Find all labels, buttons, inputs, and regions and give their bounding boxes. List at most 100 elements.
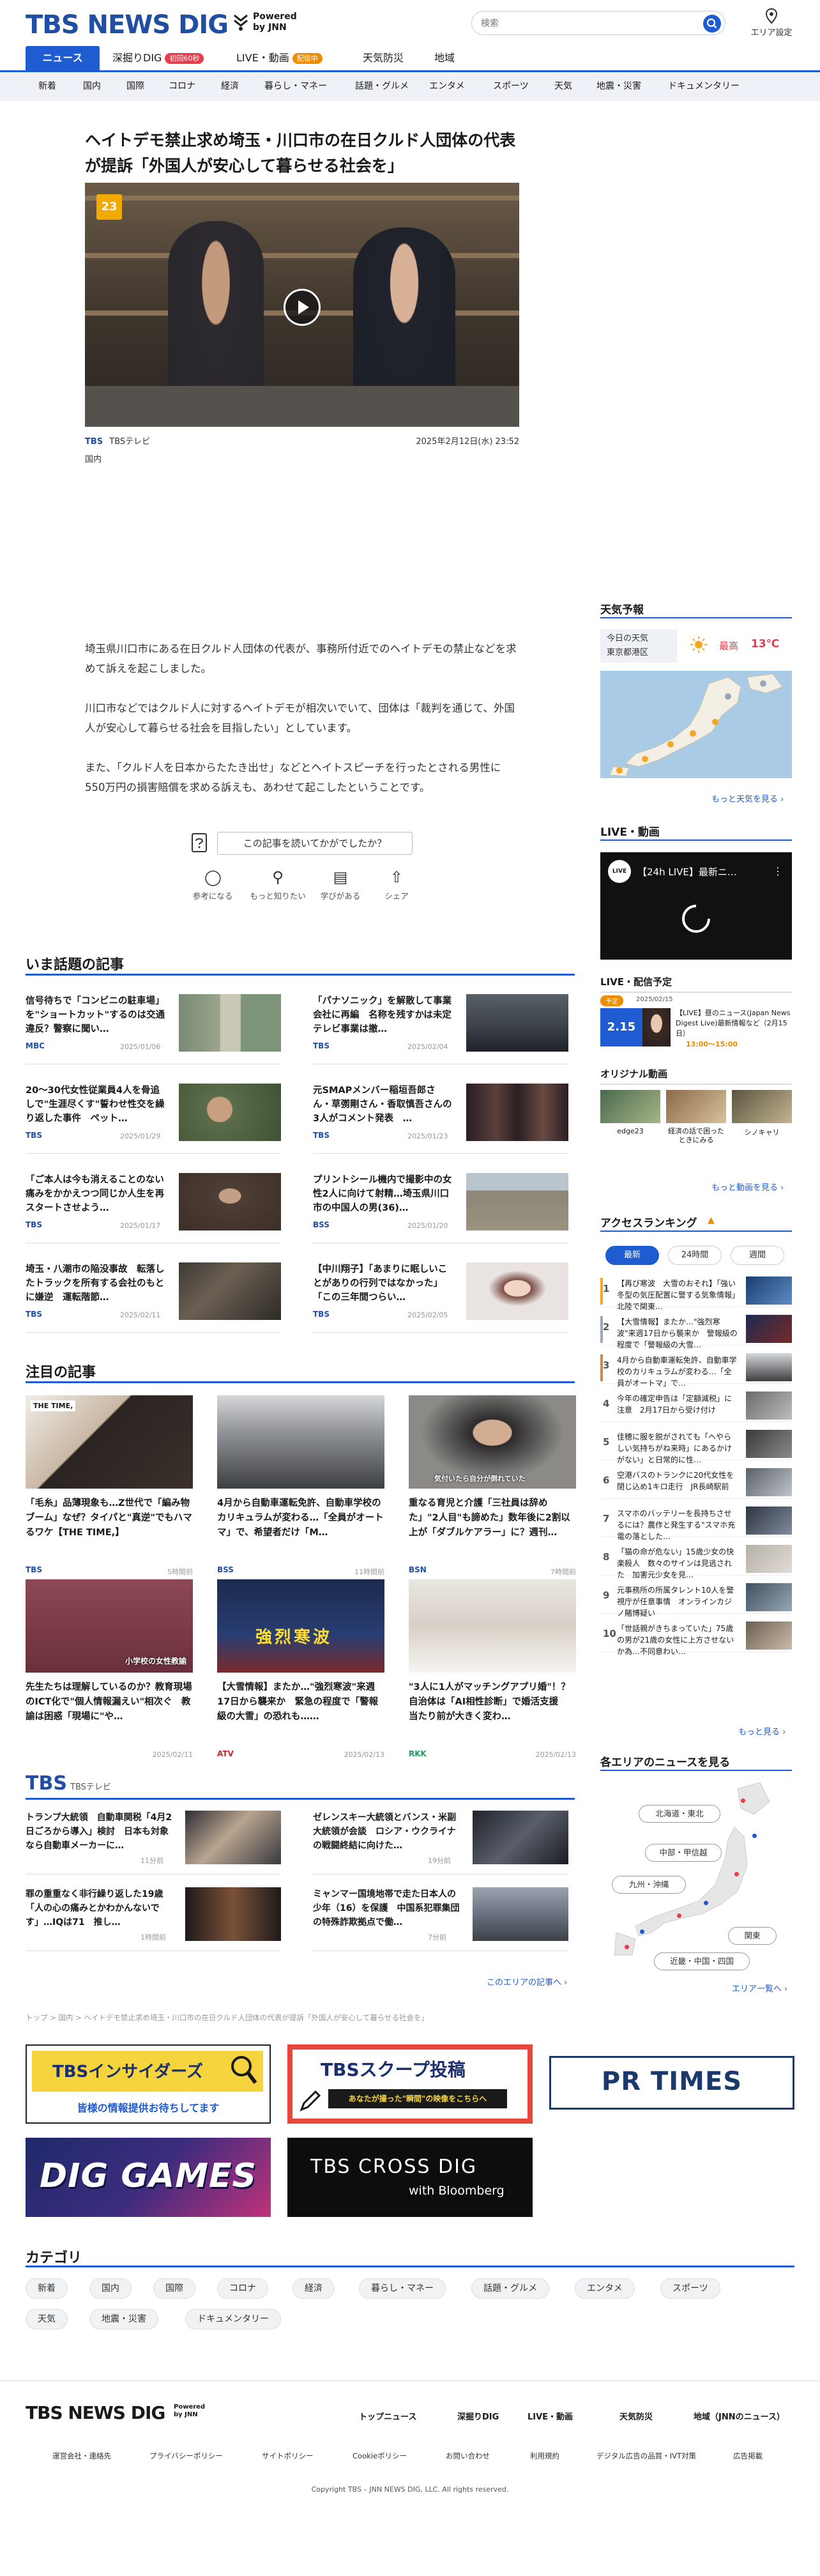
footer-link[interactable]: LIVE・動画 bbox=[528, 2410, 573, 2422]
footer-small-link[interactable]: Cookieポリシー bbox=[353, 2451, 407, 2461]
trending-card[interactable]: プリントシール機内で撮影中の女性2人に向けて射精…埼玉県川口市の中国人の男(36… bbox=[313, 1173, 568, 1243]
category-chip[interactable]: 国内 bbox=[89, 2278, 132, 2299]
survey-button[interactable]: この記事を読いてかがでしたか？ bbox=[217, 832, 413, 855]
reaction-learn[interactable]: ▤ 学びがある bbox=[312, 869, 369, 901]
footer-link[interactable]: 地域（JNNのニュース） bbox=[694, 2410, 785, 2422]
ranking-row[interactable]: 2 【大雪情報】またか…"強烈寒波"来週17日から襲来か 警報級の程度で「警報級の… bbox=[600, 1314, 792, 1349]
footer-link[interactable]: 深掘りDIG bbox=[457, 2410, 499, 2422]
region-button-kinki[interactable]: 近畿・中国・四国 bbox=[654, 1952, 750, 1970]
footer-small-link[interactable]: サイトポリシー bbox=[262, 2451, 314, 2461]
ranking-tab-24h[interactable]: 24時間 bbox=[668, 1246, 722, 1265]
trending-card[interactable]: 「パナソニック」を解散して事業会社に再編 名称を残すかは未定 テレビ事業は撤… T… bbox=[313, 994, 568, 1064]
trending-card[interactable]: 元SMAPメンバー稲垣吾郎さん・草彅剛さん・香取慎吾さんの3人がコメント発表 …… bbox=[313, 1084, 568, 1154]
featured-card[interactable]: 4月から自動車運転免許、自動車学校のカリキュラムが変わる…「全員がオートマ」で、… bbox=[217, 1395, 384, 1587]
category-chip[interactable]: 暮らし・マネー bbox=[359, 2278, 446, 2299]
ranking-row[interactable]: 3 4月から自動車運転免許、自動車学校のカリキュラムが変わる…「全員がオートマ」で… bbox=[600, 1352, 792, 1388]
subnav-item[interactable]: コロナ bbox=[169, 72, 195, 101]
footer-logo[interactable]: TBS NEWS DIG bbox=[26, 2402, 165, 2423]
original-video-item[interactable]: シノキャリ bbox=[732, 1090, 792, 1149]
subnav-item[interactable]: 地震・災害 bbox=[596, 72, 641, 101]
nav-news[interactable]: ニュース bbox=[26, 46, 100, 70]
nav-weather[interactable]: 天気防災 bbox=[363, 46, 404, 70]
trending-card[interactable]: 「ご本人は今も消えることのない痛みをかかえつつ同じか人生を再スタートさせよう… T… bbox=[26, 1173, 281, 1243]
category-chip[interactable]: エンタメ bbox=[575, 2278, 635, 2299]
banner-tbs-scoop[interactable]: TBSスクープ投稿 あなたが撮った"瞬間"の映像をこちらへ bbox=[287, 2044, 533, 2124]
category-chip[interactable]: 話題・グルメ bbox=[471, 2278, 549, 2299]
weather-map[interactable] bbox=[600, 671, 792, 778]
subnav-item[interactable]: 話題・グルメ bbox=[355, 72, 409, 101]
subnav-item[interactable]: エンタメ bbox=[429, 72, 465, 101]
ranking-row[interactable]: 6 空港バスのトランクに20代女性を閉じ込め1キロ走行 JR長崎駅前 bbox=[600, 1467, 792, 1499]
reaction-share[interactable]: ⇧ シェア bbox=[368, 869, 425, 901]
site-logo[interactable]: TBS NEWS DIG bbox=[26, 10, 229, 40]
article-category[interactable]: 国内 bbox=[85, 452, 102, 464]
banner-tbs-cross-dig[interactable]: TBS CROSS DIG with Bloomberg bbox=[287, 2138, 533, 2217]
ranking-row[interactable]: 1 【再び寒波 大雪のおそれ】「強い冬型の気圧配置に警する気象情報」北陸で関東… bbox=[600, 1275, 792, 1311]
live-schedule-item[interactable]: 予定 2025/02/15 2.15 【LIVE】昼のニュース(Japan Ne… bbox=[600, 994, 792, 1050]
tbs-news-row[interactable]: トランプ大統領 自動車関税「4月2日ごろから導入」検討 日本も対象なら自動車メー… bbox=[26, 1811, 281, 1874]
category-chip[interactable]: スポーツ bbox=[660, 2278, 720, 2299]
trending-card[interactable]: 埼玉・八潮市の陥没事故 転落したトラックを所有する会社のもとに嫌逆 運転階節… T… bbox=[26, 1262, 281, 1333]
region-button-kyushu[interactable]: 九州・沖縄 bbox=[612, 1876, 686, 1894]
banner-pr-times[interactable]: PR TIMES bbox=[549, 2056, 794, 2110]
ranking-more-link[interactable]: もっと見る › bbox=[738, 1725, 786, 1737]
subnav-item[interactable]: スポーツ bbox=[493, 72, 529, 101]
region-button-kanto[interactable]: 関東 bbox=[728, 1927, 777, 1945]
article-video-player[interactable]: 23 bbox=[85, 183, 519, 427]
video-more-link[interactable]: もっと動画を見る › bbox=[711, 1181, 784, 1193]
weather-more-link[interactable]: もっと天気を見る › bbox=[711, 792, 784, 804]
live-video-player[interactable]: LIVE 【24h LIVE】最新ニ… ⋮ bbox=[600, 852, 792, 960]
featured-card[interactable]: 気付いたら自分が倒れていた 重なる育児と介護「三社員は辞めた」"2人目"も諦めた」… bbox=[409, 1395, 576, 1587]
featured-card[interactable]: 小学校の女性教諭 先生たちは理解しているのか？教育現場のICT化で"個人情報漏えい… bbox=[26, 1579, 193, 1771]
footer-small-link[interactable]: 広告掲載 bbox=[733, 2451, 763, 2461]
category-chip[interactable]: コロナ bbox=[217, 2278, 268, 2299]
footer-small-link[interactable]: お問い合わせ bbox=[446, 2451, 490, 2461]
subnav-item[interactable]: 経済 bbox=[221, 72, 239, 101]
trending-card[interactable]: 信号待ちで「コンビニの駐車場」を"ショートカット"するのは交通違反？警察に聞い…… bbox=[26, 994, 281, 1064]
weather-location[interactable]: 今日の天気 東京都港区 bbox=[600, 629, 677, 663]
subnav-item[interactable]: 天気 bbox=[554, 72, 572, 101]
nav-live[interactable]: LIVE・動画 配信中 bbox=[236, 46, 323, 70]
ranking-row[interactable]: 8 「猫の命が危ない」15歳少女の快楽殺人 数々のサインは見逃された 加害元少女を… bbox=[600, 1544, 792, 1579]
trending-card[interactable]: 【中川翔子】「あまりに眠しいことがありの行列ではなかった」「この三年間つらい… T… bbox=[313, 1262, 568, 1333]
more-vert-icon[interactable]: ⋮ bbox=[773, 865, 783, 877]
footer-small-link[interactable]: 運営会社・連絡先 bbox=[52, 2451, 111, 2461]
subnav-item[interactable]: 暮らし・マネー bbox=[264, 72, 327, 101]
nav-deep-dig[interactable]: 深掘りDIG 初回60秒 bbox=[112, 46, 204, 70]
banner-tbs-insiders[interactable]: TBSインサイダーズ 皆様の情報提供お待ちしてます bbox=[26, 2044, 271, 2124]
original-video-item[interactable]: 経済の話で困ったときにみる bbox=[666, 1090, 726, 1149]
region-button-chubu[interactable]: 中部・甲信越 bbox=[645, 1844, 722, 1862]
category-chip[interactable]: ドキュメンタリー bbox=[185, 2309, 281, 2329]
category-chip[interactable]: 新着 bbox=[26, 2278, 68, 2299]
banner-dig-games[interactable]: DIG GAMES bbox=[26, 2138, 271, 2217]
featured-card[interactable]: "3人に1人がマッチングアプリ婚"！？自治体は「AI相性診断」で婚活支援 当たり… bbox=[409, 1579, 576, 1771]
trending-card[interactable]: 20〜30代女性従業員4人を骨追しで"生涯尽くす"誓わせ性交を繰り返した事件 ペ… bbox=[26, 1084, 281, 1154]
footer-small-link[interactable]: デジタル広告の品質・IVT対策 bbox=[596, 2451, 696, 2461]
category-chip[interactable]: 天気 bbox=[26, 2309, 68, 2329]
ranking-tab-latest[interactable]: 最新 bbox=[605, 1246, 659, 1265]
footer-link[interactable]: 天気防災 bbox=[619, 2410, 653, 2422]
subnav-item[interactable]: 新着 bbox=[38, 72, 56, 101]
nav-region[interactable]: 地域 bbox=[434, 46, 455, 70]
area-setting-button[interactable]: エリア設定 bbox=[746, 6, 797, 42]
tbs-news-row[interactable]: ミャンマー国境地帯で走た日本人の少年（16）を保護 中国系犯罪集団の特殊詐欺拠点… bbox=[313, 1887, 568, 1951]
tbs-news-row[interactable]: 罪の重重なく非行繰り返した19歳「人の心の痛みとかわかんないです」…IQは71 … bbox=[26, 1887, 281, 1951]
reaction-want-more[interactable]: ⚲ もっと知りたい bbox=[249, 869, 307, 901]
original-video-item[interactable]: edge23 bbox=[600, 1090, 660, 1149]
ranking-row[interactable]: 10 「世話親がきちまっていた」75歳の男が21歳の女性に上方させないか為…不同意… bbox=[600, 1620, 792, 1656]
breadcrumb[interactable]: トップ > 国内 > ヘイトデモ禁止求め埼玉・川口市の在日クルド人団体の代表が提… bbox=[26, 2012, 600, 2023]
category-chip[interactable]: 地震・災害 bbox=[89, 2309, 158, 2329]
ranking-row[interactable]: 4 今年の確定申告は「定額減税」に注意 2月17日から受け付け bbox=[600, 1390, 792, 1422]
footer-small-link[interactable]: プライバシーポリシー bbox=[149, 2451, 223, 2461]
ranking-row[interactable]: 7 スマホのバッテリーを長持ちさせるには？農作と発生する"スマホ充電の落とした… bbox=[600, 1505, 792, 1541]
category-chip[interactable]: 経済 bbox=[292, 2278, 335, 2299]
footer-link[interactable]: トップニュース bbox=[359, 2410, 416, 2422]
subnav-item[interactable]: 国内 bbox=[83, 72, 101, 101]
category-chip[interactable]: 国際 bbox=[153, 2278, 195, 2299]
area-articles-link[interactable]: このエリアの記事へ › bbox=[487, 1975, 567, 1988]
ranking-row[interactable]: 9 元事務所の所属タレント10人を警視庁が任意事情 オンラインカジノ賭博疑い bbox=[600, 1582, 792, 1618]
ranking-tab-weekly[interactable]: 週間 bbox=[731, 1246, 784, 1265]
search-button[interactable] bbox=[703, 15, 721, 33]
reaction-helpful[interactable]: ◯ 参考になる bbox=[184, 869, 241, 901]
region-button-hokkaido-tohoku[interactable]: 北海道・東北 bbox=[639, 1805, 720, 1823]
